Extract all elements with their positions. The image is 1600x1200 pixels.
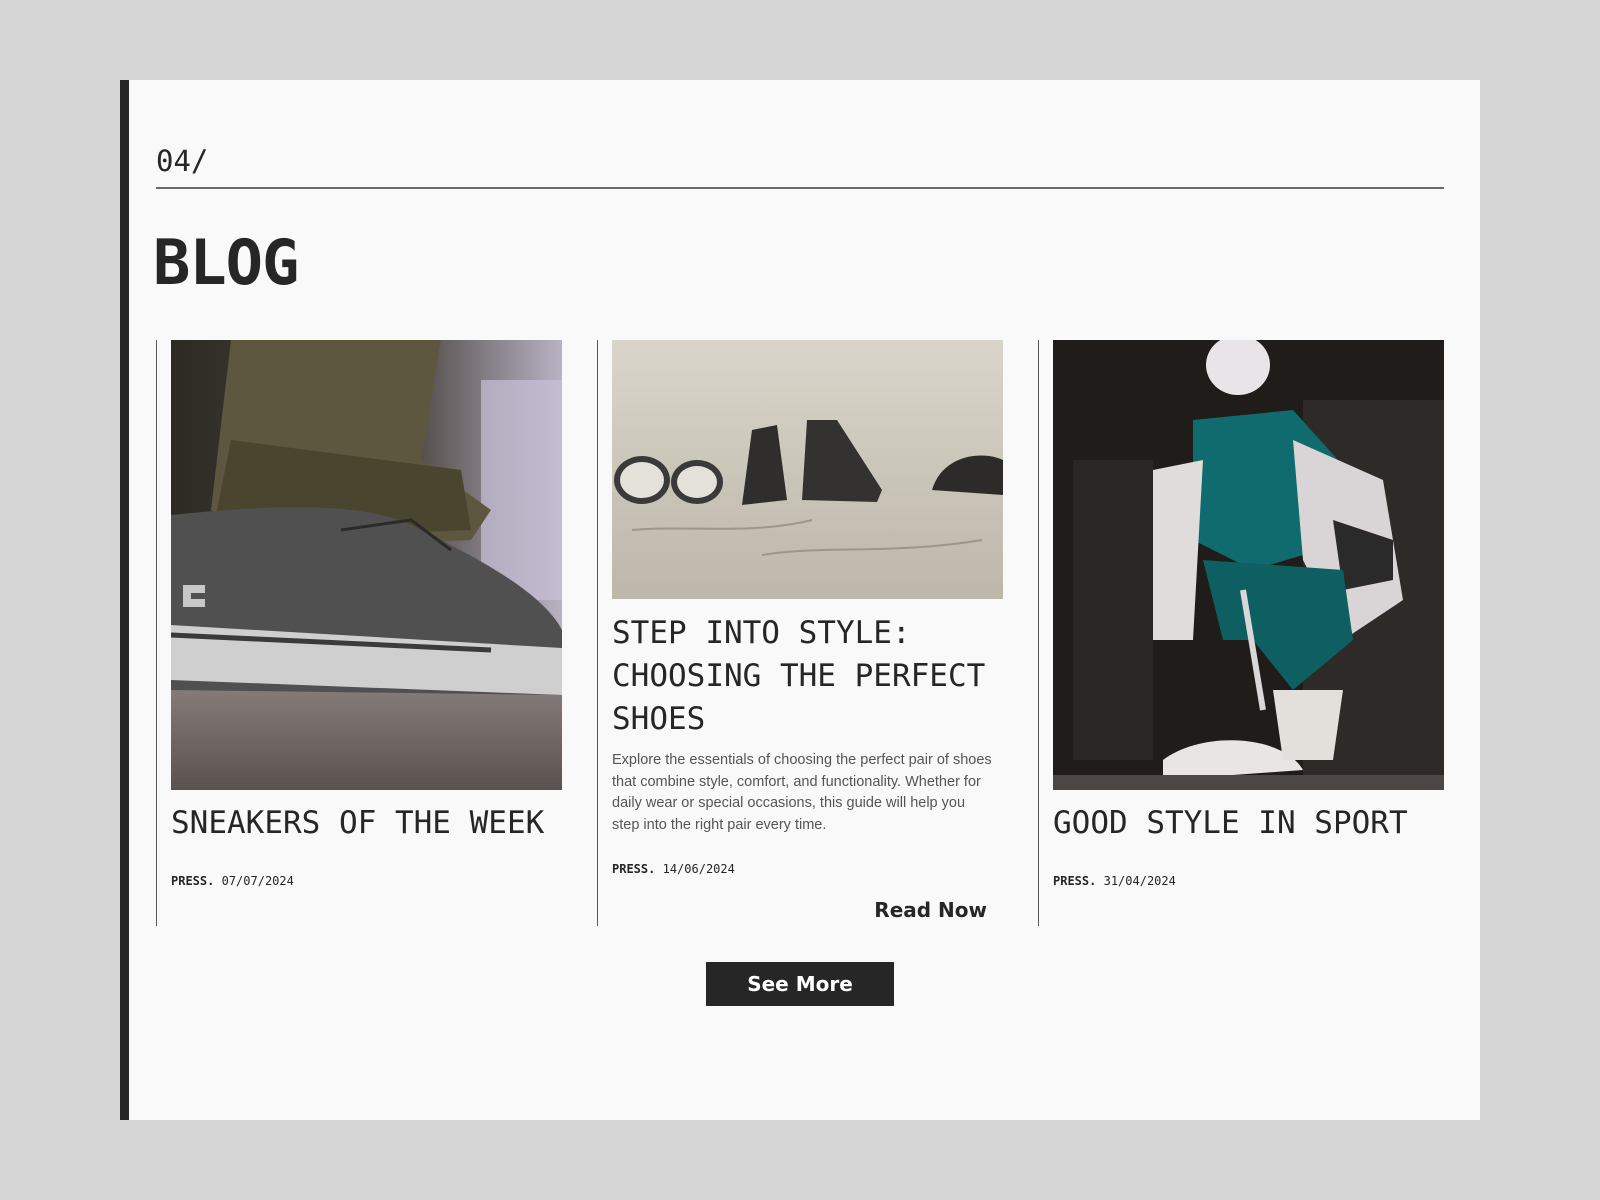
read-now-link[interactable]: Read Now bbox=[874, 898, 987, 922]
blog-card-sneakers[interactable]: SNEAKERS OF THE WEEK PRESS. 07/07/2024 bbox=[156, 340, 562, 926]
post-meta: PRESS. 14/06/2024 bbox=[612, 862, 735, 876]
post-meta: PRESS. 31/04/2024 bbox=[1053, 874, 1176, 888]
post-image-sportswear[interactable] bbox=[1053, 340, 1444, 790]
post-title[interactable]: GOOD STYLE IN SPORT bbox=[1053, 802, 1444, 845]
post-title[interactable]: STEP INTO STYLE: CHOOSING THE PERFECT SH… bbox=[612, 612, 1003, 741]
post-title[interactable]: SNEAKERS OF THE WEEK bbox=[171, 802, 562, 845]
press-label: PRESS. bbox=[1053, 874, 1097, 888]
press-label: PRESS. bbox=[171, 874, 215, 888]
post-excerpt: Explore the essentials of choosing the p… bbox=[612, 752, 992, 833]
blog-card-step-into-style[interactable]: STEP INTO STYLE: CHOOSING THE PERFECT SH… bbox=[597, 340, 1003, 926]
post-meta: PRESS. 07/07/2024 bbox=[171, 874, 294, 888]
divider bbox=[156, 187, 1444, 189]
blog-card-good-style-in-sport[interactable]: GOOD STYLE IN SPORT PRESS. 31/04/2024 bbox=[1038, 340, 1444, 926]
press-label: PRESS. bbox=[612, 862, 656, 876]
page-title: BLOG bbox=[153, 226, 299, 299]
section-number: 04/ bbox=[156, 144, 209, 178]
see-more-button[interactable]: See More bbox=[706, 962, 894, 1006]
post-date: 14/06/2024 bbox=[662, 862, 735, 876]
post-date: 31/04/2024 bbox=[1103, 874, 1176, 888]
post-date: 07/07/2024 bbox=[221, 874, 294, 888]
post-image-shoes-on-sand[interactable] bbox=[612, 340, 1003, 599]
post-image-sneaker[interactable] bbox=[171, 340, 562, 790]
